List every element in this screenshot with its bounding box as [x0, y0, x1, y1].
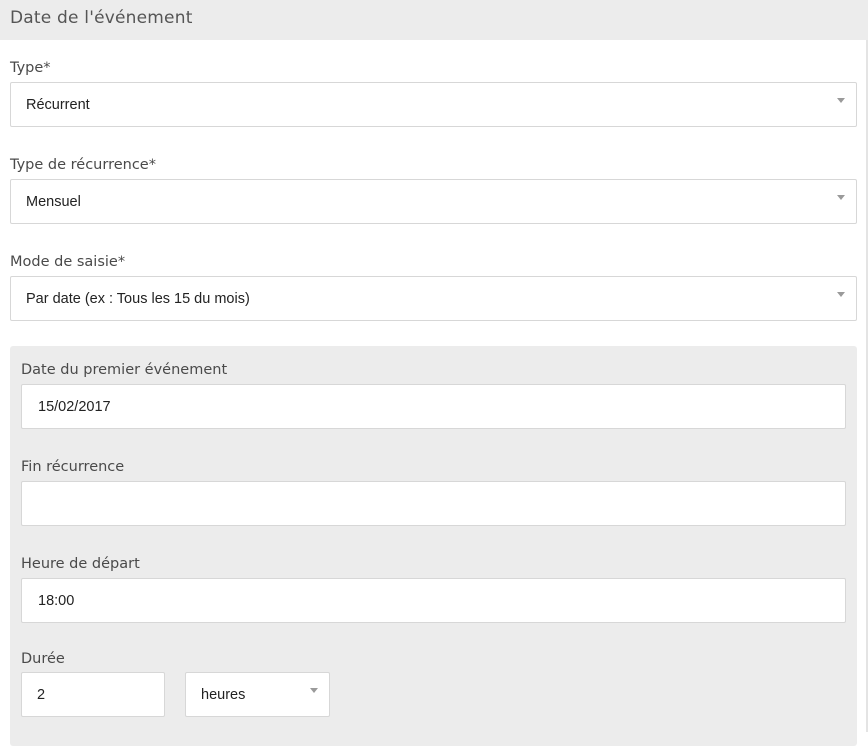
- start-time-label: Heure de départ: [21, 556, 140, 572]
- input-mode-select[interactable]: Par date (ex : Tous les 15 du mois): [10, 276, 857, 321]
- chevron-down-icon: [837, 195, 845, 200]
- chevron-down-icon: [837, 292, 845, 297]
- recurrence-type-label: Type de récurrence*: [10, 157, 156, 173]
- duration-unit-value: heures: [201, 686, 246, 703]
- type-select-value: Récurrent: [26, 96, 90, 113]
- recurrence-end-input[interactable]: [21, 481, 846, 526]
- chevron-down-icon: [837, 98, 845, 103]
- first-event-date-input[interactable]: 15/02/2017: [21, 384, 846, 429]
- recurrence-end-label: Fin récurrence: [21, 459, 125, 475]
- input-mode-value: Par date (ex : Tous les 15 du mois): [26, 290, 250, 307]
- duration-input[interactable]: 2: [21, 672, 165, 717]
- duration-label: Durée: [21, 651, 65, 667]
- duration-value: 2: [37, 686, 46, 703]
- chevron-down-icon: [310, 688, 318, 693]
- duration-unit-select[interactable]: heures: [185, 672, 330, 717]
- recurrence-type-select[interactable]: Mensuel: [10, 179, 857, 224]
- start-time-value: 18:00: [38, 592, 75, 609]
- input-mode-label: Mode de saisie*: [10, 254, 126, 270]
- section-title: Date de l'événement: [10, 8, 193, 28]
- recurrence-type-value: Mensuel: [26, 193, 81, 210]
- first-event-date-label: Date du premier événement: [21, 362, 228, 378]
- type-label: Type*: [10, 60, 51, 76]
- section-header: Date de l'événement: [0, 0, 868, 40]
- first-event-date-value: 15/02/2017: [38, 398, 111, 415]
- type-select[interactable]: Récurrent: [10, 82, 857, 127]
- start-time-input[interactable]: 18:00: [21, 578, 846, 623]
